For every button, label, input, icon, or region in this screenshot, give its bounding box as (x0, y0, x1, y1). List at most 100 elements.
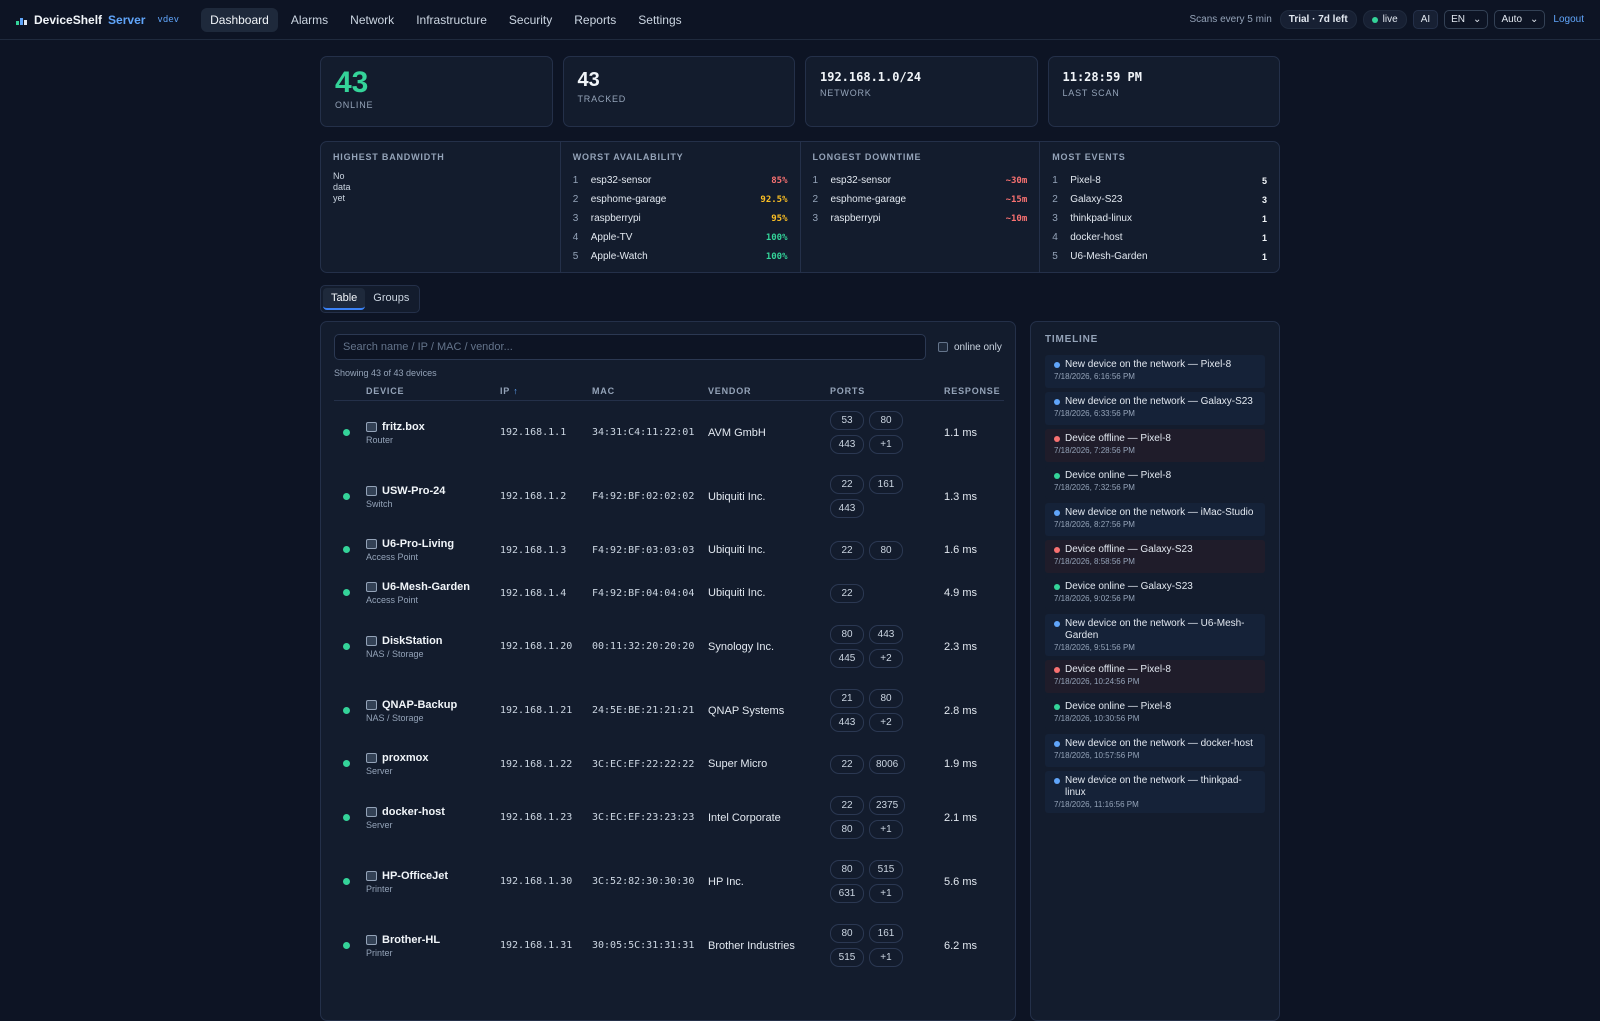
rank-row[interactable]: 5 Apple-Watch 100% (573, 247, 788, 266)
port-badge[interactable]: 443 (869, 625, 903, 644)
column-header-device[interactable]: DEVICE (366, 386, 500, 401)
table-row[interactable]: proxmox Server 192.168.1.22 3C:EC:EF:22:22:… (334, 743, 1004, 786)
table-row[interactable]: docker-host Server 192.168.1.23 3C:EC:EF:23… (334, 786, 1004, 850)
port-badge[interactable]: 22 (830, 583, 864, 603)
column-header-mac[interactable]: MAC (592, 386, 708, 401)
device-name[interactable]: fritz.box (382, 421, 425, 433)
port-badge[interactable]: +1 (869, 435, 903, 455)
nav-reports[interactable]: Reports (565, 8, 625, 32)
language-select[interactable]: EN ⌄ (1444, 10, 1489, 29)
table-row[interactable]: DiskStation NAS / Storage 192.168.1.20 00:1… (334, 615, 1004, 679)
port-badge[interactable]: 8006 (869, 754, 906, 774)
timeline-item[interactable]: Device online — Pixel-8 7/18/2026, 7:32:5… (1045, 466, 1265, 499)
rank-row[interactable]: 5 U6-Mesh-Garden 1 (1052, 247, 1267, 266)
timeline-item[interactable]: New device on the network — U6-Mesh-Gard… (1045, 614, 1265, 656)
device-name[interactable]: proxmox (382, 752, 428, 764)
device-name[interactable]: U6-Pro-Living (382, 538, 454, 550)
table-row[interactable]: fritz.box Router 192.168.1.1 34:31:C4:11:22… (334, 401, 1004, 465)
column-header-ip[interactable]: IP ↑ (500, 386, 592, 401)
port-badge[interactable]: +2 (869, 649, 903, 668)
port-badge[interactable]: 443 (830, 435, 864, 455)
nav-settings[interactable]: Settings (629, 8, 690, 32)
rank-row[interactable]: 1 esp32-sensor 85% (573, 171, 788, 190)
port-badge[interactable]: 80 (830, 625, 864, 644)
timeline-item[interactable]: Device online — Pixel-8 7/18/2026, 10:30:… (1045, 697, 1265, 730)
port-badge[interactable]: 22 (830, 540, 864, 560)
device-name[interactable]: docker-host (382, 806, 445, 818)
table-row[interactable]: USW-Pro-24 Switch 192.168.1.2 F4:92:BF:02:0… (334, 465, 1004, 529)
port-badge[interactable]: 631 (830, 884, 864, 903)
rank-row[interactable]: 3 raspberrypi 95% (573, 209, 788, 228)
nav-infrastructure[interactable]: Infrastructure (407, 8, 496, 32)
column-header-vendor[interactable]: VENDOR (708, 386, 830, 401)
online-only-toggle[interactable]: online only (938, 342, 1002, 353)
rank-row[interactable]: 2 esphome-garage ~15m (813, 190, 1028, 209)
timeline-item[interactable]: New device on the network — Galaxy-S23 7/… (1045, 392, 1265, 425)
trial-badge[interactable]: Trial · 7d left (1279, 10, 1357, 29)
tab-groups[interactable]: Groups (365, 288, 417, 310)
port-badge[interactable]: +1 (869, 820, 903, 839)
rank-row[interactable]: 2 esphome-garage 92.5% (573, 190, 788, 209)
port-badge[interactable]: 443 (830, 499, 864, 518)
port-badge[interactable]: 80 (869, 689, 903, 708)
rank-row[interactable]: 4 docker-host 1 (1052, 228, 1267, 247)
port-badge[interactable]: 22 (830, 754, 864, 774)
device-name[interactable]: Brother-HL (382, 934, 440, 946)
port-badge[interactable]: 443 (830, 713, 864, 732)
timeline-item[interactable]: New device on the network — Pixel-8 7/18/… (1045, 355, 1265, 388)
device-name[interactable]: USW-Pro-24 (382, 485, 445, 497)
device-name[interactable]: HP-OfficeJet (382, 870, 448, 882)
timeline-item[interactable]: Device online — Galaxy-S23 7/18/2026, 9:0… (1045, 577, 1265, 610)
port-badge[interactable]: 80 (830, 924, 864, 943)
table-row[interactable]: QNAP-Backup NAS / Storage 192.168.1.21 24:5… (334, 679, 1004, 743)
ai-button[interactable]: AI (1412, 10, 1439, 29)
theme-select[interactable]: Auto ⌄ (1494, 10, 1546, 29)
port-badge[interactable]: 515 (869, 860, 903, 879)
timeline-item[interactable]: Device offline — Pixel-8 7/18/2026, 7:28:… (1045, 429, 1265, 462)
rank-row[interactable]: 3 raspberrypi ~10m (813, 209, 1028, 228)
timeline-item[interactable]: New device on the network — iMac-Studio 7… (1045, 503, 1265, 536)
port-badge[interactable]: +1 (869, 948, 903, 967)
port-badge[interactable]: 22 (830, 796, 864, 815)
table-row[interactable]: U6-Mesh-Garden Access Point 192.168.1.4 F4:… (334, 572, 1004, 615)
port-badge[interactable]: 161 (869, 475, 903, 494)
port-badge[interactable]: 22 (830, 475, 864, 494)
online-only-checkbox[interactable] (938, 342, 948, 352)
port-badge[interactable]: 2375 (869, 796, 906, 815)
port-badge[interactable]: 445 (830, 649, 864, 668)
column-header-response[interactable]: RESPONSE (944, 386, 1004, 401)
logo[interactable]: DeviceShelf Server vdev (16, 13, 191, 27)
table-row[interactable]: U6-Pro-Living Access Point 192.168.1.3 F4:9… (334, 529, 1004, 572)
device-name[interactable]: QNAP-Backup (382, 699, 457, 711)
rank-row[interactable]: 2 Galaxy-S23 3 (1052, 190, 1267, 209)
column-header-ports[interactable]: PORTS (830, 386, 944, 401)
search-input[interactable]: Search name / IP / MAC / vendor... (334, 334, 926, 360)
port-badge[interactable]: 80 (830, 820, 864, 839)
nav-security[interactable]: Security (500, 8, 561, 32)
port-badge[interactable]: 161 (869, 924, 903, 943)
timeline-item[interactable]: New device on the network — docker-host 7… (1045, 734, 1265, 767)
live-badge[interactable]: live (1362, 10, 1407, 29)
table-row[interactable]: HP-OfficeJet Printer 192.168.1.30 3C:52:82:… (334, 850, 1004, 914)
rank-row[interactable]: 3 thinkpad-linux 1 (1052, 209, 1267, 228)
timeline-item[interactable]: Device offline — Galaxy-S23 7/18/2026, 8:… (1045, 540, 1265, 573)
logout-link[interactable]: Logout (1553, 14, 1584, 25)
device-name[interactable]: U6-Mesh-Garden (382, 581, 470, 593)
nav-network[interactable]: Network (341, 8, 403, 32)
port-badge[interactable]: 515 (830, 948, 864, 967)
table-row[interactable]: Brother-HL Printer 192.168.1.31 30:05:5C:31… (334, 914, 1004, 978)
nav-alarms[interactable]: Alarms (282, 8, 337, 32)
port-badge[interactable]: +2 (869, 713, 903, 732)
device-name[interactable]: DiskStation (382, 635, 443, 647)
port-badge[interactable]: 53 (830, 411, 864, 431)
nav-dashboard[interactable]: Dashboard (201, 7, 278, 32)
rank-row[interactable]: 4 Apple-TV 100% (573, 228, 788, 247)
port-badge[interactable]: 80 (830, 860, 864, 879)
port-badge[interactable]: +1 (869, 884, 903, 903)
port-badge[interactable]: 21 (830, 689, 864, 708)
tab-table[interactable]: Table (323, 288, 366, 310)
timeline-item[interactable]: New device on the network — thinkpad-lin… (1045, 771, 1265, 813)
rank-row[interactable]: 1 esp32-sensor ~30m (813, 171, 1028, 190)
timeline-item[interactable]: Device offline — Pixel-8 7/18/2026, 10:24… (1045, 660, 1265, 693)
port-badge[interactable]: 80 (869, 540, 903, 560)
